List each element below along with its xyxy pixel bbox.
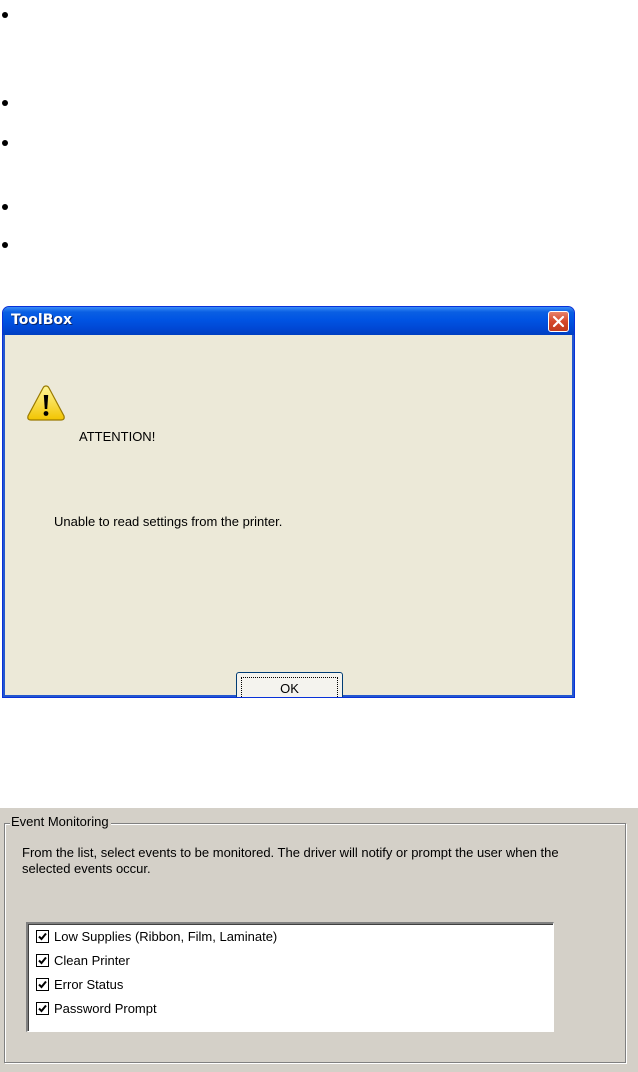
toolbox-dialog: ToolBox ATTENTION! Unable to read settin… [2, 306, 575, 698]
close-icon [552, 315, 565, 328]
group-description: From the list, select events to be monit… [22, 845, 559, 876]
list-item-error-status[interactable]: Error Status [36, 975, 123, 994]
list-item-label: Password Prompt [54, 1001, 157, 1016]
checkbox[interactable] [36, 978, 49, 991]
bullet [2, 12, 8, 18]
dialog-body: ATTENTION! Unable to read settings from … [6, 335, 571, 697]
bullet [2, 242, 8, 248]
events-listbox[interactable]: Low Supplies (Ribbon, Film, Laminate) Cl… [26, 922, 554, 1032]
ok-button-label: OK [241, 677, 338, 697]
checkbox[interactable] [36, 930, 49, 943]
list-item-label: Clean Printer [54, 953, 130, 968]
error-message: Unable to read settings from the printer… [54, 514, 283, 529]
checkbox[interactable] [36, 954, 49, 967]
bullet [2, 100, 8, 106]
dialog-titlebar[interactable]: ToolBox [3, 307, 574, 335]
checkmark-icon [38, 932, 47, 941]
list-item-low-supplies[interactable]: Low Supplies (Ribbon, Film, Laminate) [36, 927, 277, 946]
attention-heading: ATTENTION! [79, 429, 156, 444]
checkmark-icon [38, 1004, 47, 1013]
group-legend: Event Monitoring [10, 814, 111, 829]
bullet [2, 204, 8, 210]
checkmark-icon [38, 980, 47, 989]
list-item-password-prompt[interactable]: Password Prompt [36, 999, 157, 1018]
checkbox[interactable] [36, 1002, 49, 1015]
ok-button[interactable]: OK [236, 672, 343, 697]
checkmark-icon [38, 956, 47, 965]
list-item-clean-printer[interactable]: Clean Printer [36, 951, 130, 970]
event-monitoring-panel: Event Monitoring From the list, select e… [0, 808, 638, 1072]
dialog-title: ToolBox [11, 312, 73, 328]
warning-icon [27, 385, 65, 421]
bullet [2, 140, 8, 146]
list-item-label: Low Supplies (Ribbon, Film, Laminate) [54, 929, 278, 944]
close-button[interactable] [548, 311, 569, 332]
list-item-label: Error Status [54, 977, 124, 992]
